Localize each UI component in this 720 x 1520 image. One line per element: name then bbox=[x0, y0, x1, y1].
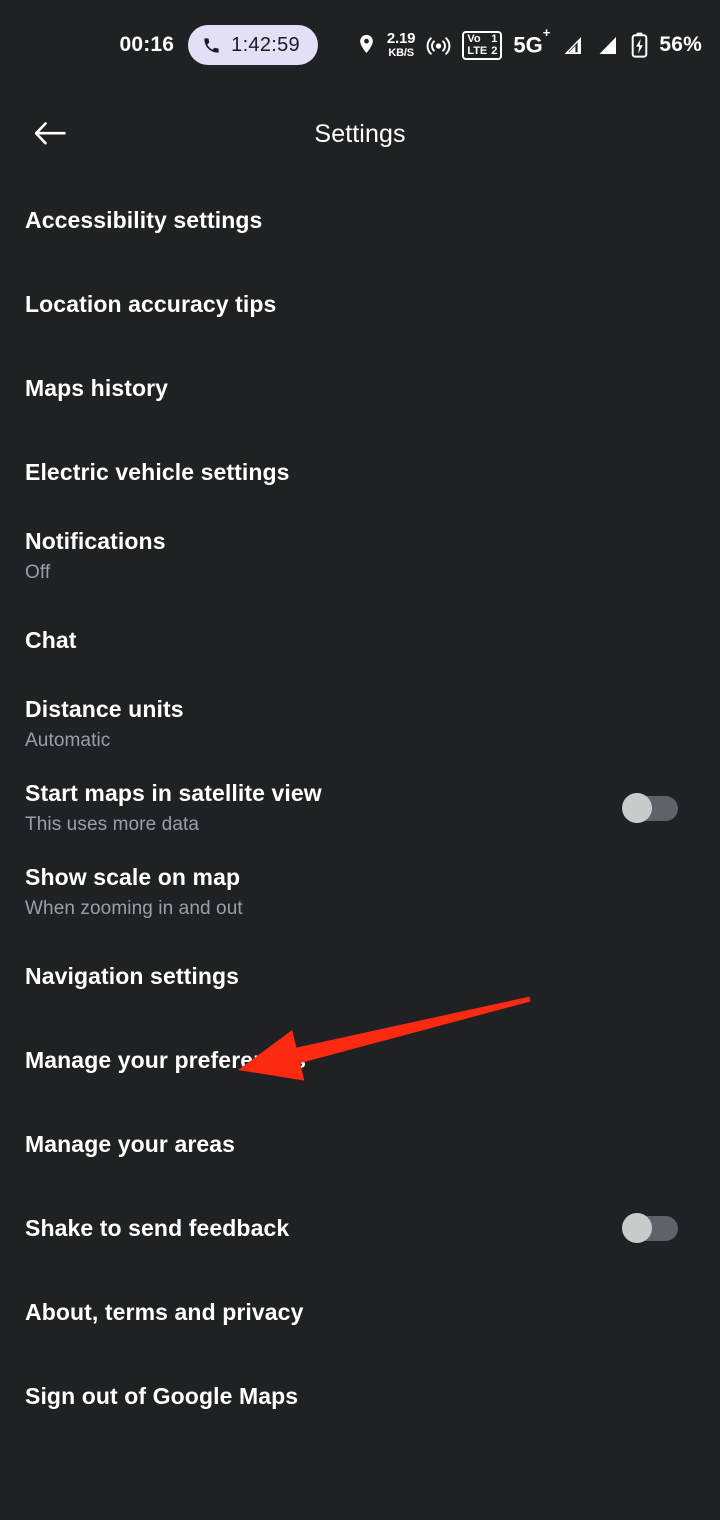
row-title: Chat bbox=[25, 627, 77, 653]
network-type-indicator: 5G+ bbox=[513, 25, 550, 58]
page-title: Settings bbox=[314, 119, 406, 148]
volte-sim1-label: 1 bbox=[491, 32, 498, 45]
battery-percentage: 56% bbox=[659, 33, 702, 56]
settings-screen: 00:16 1:42:59 2.19 KB/S Vo 1 LTE 2 5G+ 5… bbox=[0, 0, 720, 1520]
row-text: Maps history bbox=[25, 373, 168, 403]
settings-row-about-terms-and-privacy[interactable]: About, terms and privacy bbox=[0, 1270, 720, 1354]
row-text: Manage your preferences bbox=[25, 1045, 306, 1075]
status-clock: 00:16 bbox=[119, 33, 175, 56]
row-text: Sign out of Google Maps bbox=[25, 1381, 298, 1411]
row-text: Accessibility settings bbox=[25, 205, 262, 235]
settings-row-notifications[interactable]: Notifications Off bbox=[0, 514, 720, 598]
row-text: Start maps in satellite view This uses m… bbox=[25, 778, 322, 838]
row-text: About, terms and privacy bbox=[25, 1297, 303, 1327]
network-speed-unit: KB/S bbox=[388, 47, 414, 59]
settings-list: Accessibility settings Location accuracy… bbox=[0, 178, 720, 1438]
row-title: Electric vehicle settings bbox=[25, 459, 290, 485]
row-title: Navigation settings bbox=[25, 963, 240, 989]
row-title: Manage your areas bbox=[25, 1131, 236, 1157]
volte-dual-sim-icon: Vo 1 LTE 2 bbox=[462, 30, 503, 60]
battery-charging-icon bbox=[632, 32, 648, 58]
volte-sim2-label: 2 bbox=[491, 44, 498, 57]
network-type-label: 5G bbox=[513, 32, 543, 58]
row-subtitle: Off bbox=[25, 562, 51, 583]
settings-row-sign-out-of-google-maps[interactable]: Sign out of Google Maps bbox=[0, 1354, 720, 1438]
settings-row-chat[interactable]: Chat bbox=[0, 598, 720, 682]
row-subtitle: Automatic bbox=[25, 730, 111, 751]
hotspot-icon bbox=[426, 36, 451, 55]
settings-row-distance-units[interactable]: Distance units Automatic bbox=[0, 682, 720, 766]
row-text: Chat bbox=[25, 625, 77, 655]
location-pin-icon bbox=[360, 34, 373, 53]
call-duration: 1:42:59 bbox=[231, 33, 300, 56]
volte-lte-label: LTE bbox=[467, 44, 488, 57]
toggle-thumb bbox=[622, 793, 652, 823]
network-speed-value: 2.19 bbox=[386, 30, 416, 47]
status-bar: 00:16 1:42:59 2.19 KB/S Vo 1 LTE 2 5G+ 5… bbox=[0, 0, 720, 90]
settings-row-accessibility-settings[interactable]: Accessibility settings bbox=[0, 178, 720, 262]
row-text: Manage your areas bbox=[25, 1129, 235, 1159]
phone-icon bbox=[204, 37, 219, 53]
row-title: Shake to send feedback bbox=[25, 1215, 290, 1241]
signal-bars-partial-icon bbox=[564, 37, 582, 54]
row-title: Accessibility settings bbox=[25, 207, 263, 233]
row-text: Navigation settings bbox=[25, 961, 239, 991]
satellite-view-toggle[interactable] bbox=[622, 793, 678, 823]
row-text: Notifications Off bbox=[25, 526, 166, 586]
volte-vo-label: Vo bbox=[467, 32, 481, 45]
row-title: Location accuracy tips bbox=[25, 291, 277, 317]
settings-row-navigation-settings[interactable]: Navigation settings bbox=[0, 934, 720, 1018]
settings-row-location-accuracy-tips[interactable]: Location accuracy tips bbox=[0, 262, 720, 346]
status-bar-right: 2.19 KB/S Vo 1 LTE 2 5G+ 56% bbox=[357, 0, 702, 90]
status-bar-left: 00:16 1:42:59 bbox=[0, 0, 360, 90]
settings-row-manage-your-areas[interactable]: Manage your areas bbox=[0, 1102, 720, 1186]
row-title: Start maps in satellite view bbox=[25, 780, 322, 806]
row-subtitle: This uses more data bbox=[25, 814, 200, 835]
settings-row-maps-history[interactable]: Maps history bbox=[0, 346, 720, 430]
row-text: Shake to send feedback bbox=[25, 1213, 289, 1243]
settings-row-electric-vehicle-settings[interactable]: Electric vehicle settings bbox=[0, 430, 720, 514]
row-title: About, terms and privacy bbox=[25, 1299, 304, 1325]
row-text: Location accuracy tips bbox=[25, 289, 276, 319]
settings-row-start-maps-in-satellite-view[interactable]: Start maps in satellite view This uses m… bbox=[0, 766, 720, 850]
row-text: Show scale on map When zooming in and ou… bbox=[25, 862, 243, 922]
row-text: Electric vehicle settings bbox=[25, 457, 290, 487]
network-speed-indicator: 2.19 KB/S bbox=[386, 30, 416, 59]
settings-row-shake-to-send-feedback[interactable]: Shake to send feedback bbox=[0, 1186, 720, 1270]
ongoing-call-chip[interactable]: 1:42:59 bbox=[188, 25, 318, 65]
row-title: Show scale on map bbox=[25, 864, 241, 890]
row-text: Distance units Automatic bbox=[25, 694, 184, 754]
row-title: Manage your preferences bbox=[25, 1047, 306, 1073]
shake-to-send-feedback-toggle[interactable] bbox=[622, 1213, 678, 1243]
network-type-plus: + bbox=[542, 24, 551, 40]
toggle-thumb bbox=[622, 1213, 652, 1243]
app-bar: Settings bbox=[0, 90, 720, 178]
row-title: Notifications bbox=[25, 528, 166, 554]
row-subtitle: When zooming in and out bbox=[25, 898, 243, 919]
signal-bars-full-icon bbox=[599, 37, 617, 54]
settings-row-manage-your-preferences[interactable]: Manage your preferences bbox=[0, 1018, 720, 1102]
row-title: Maps history bbox=[25, 375, 169, 401]
settings-row-show-scale-on-map[interactable]: Show scale on map When zooming in and ou… bbox=[0, 850, 720, 934]
row-title: Distance units bbox=[25, 696, 184, 722]
row-title: Sign out of Google Maps bbox=[25, 1383, 299, 1409]
